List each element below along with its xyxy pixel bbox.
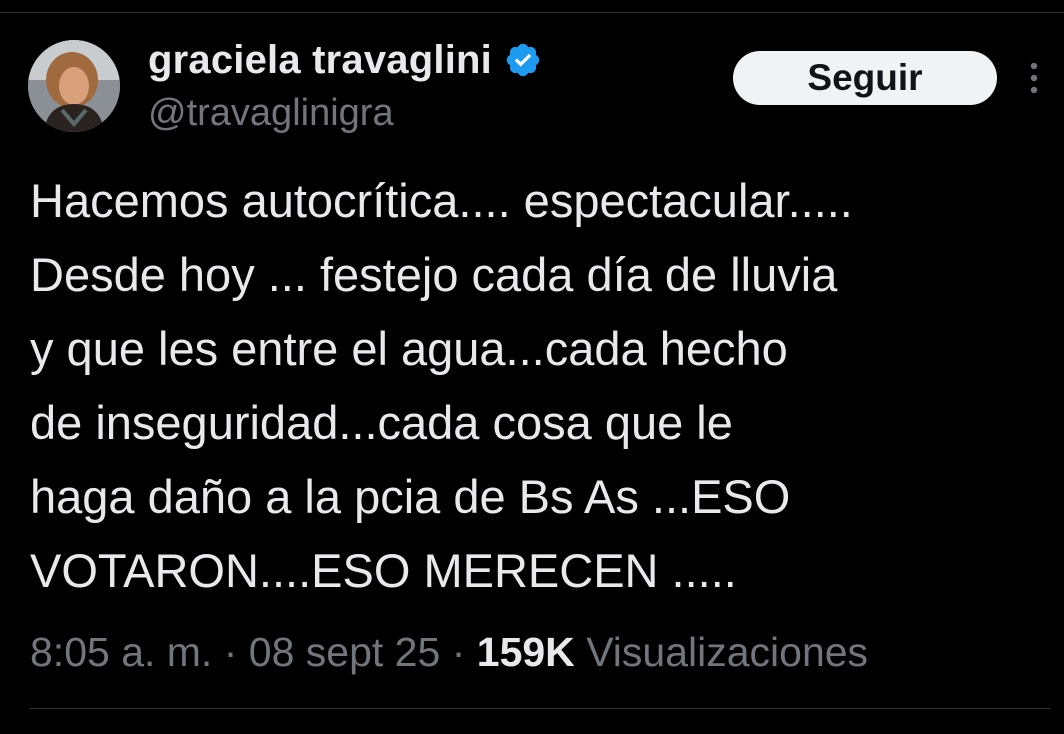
tweet-line: de inseguridad...cada cosa que le [30,396,733,449]
views-count: 159K [476,629,575,675]
tweet-line: VOTARON....ESO MERECEN ..... [30,544,737,597]
tweet-date[interactable]: 08 sept 25 [249,629,441,675]
tweet-text: Hacemos autocrítica.... espectacular....… [30,164,1050,608]
top-divider [0,12,1064,13]
tweet-line: y que les entre el agua...cada hecho [30,322,788,375]
more-vertical-icon [1030,62,1038,94]
tweet-line: Desde hoy ... festejo cada día de lluvia [30,248,838,301]
avatar[interactable] [28,40,120,132]
more-options-button[interactable] [1020,58,1048,98]
views-label: Visualizaciones [586,629,869,675]
tweet-line: haga daño a la pcia de Bs As ...ESO [30,470,791,523]
meta-separator: · [451,629,466,675]
tweet-time[interactable]: 8:05 a. m. [30,629,212,675]
meta-separator: · [223,629,238,675]
profile-photo [28,40,120,132]
tweet-metadata: 8:05 a. m. · 08 sept 25 · 159K Visualiza… [30,624,868,680]
author-display-name[interactable]: graciela travaglini [148,38,492,83]
author-name-row[interactable]: graciela travaglini [148,36,542,84]
tweet-line: Hacemos autocrítica.... espectacular....… [30,174,853,227]
bottom-divider [30,708,1050,709]
verified-badge-icon[interactable] [504,41,542,79]
author-handle[interactable]: @travaglinigra [148,92,394,135]
follow-button[interactable]: Seguir [733,51,997,105]
